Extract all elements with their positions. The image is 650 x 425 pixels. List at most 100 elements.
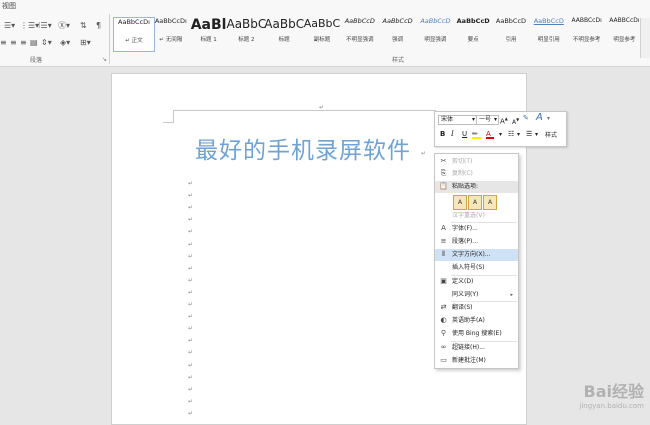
menu-item-label: 同义词(Y) [452,291,479,298]
group-divider [109,14,110,64]
menu-item-bing-search[interactable]: ⚲ 使用 Bing 搜索(E) [435,328,518,340]
menu-separator [451,275,517,276]
shrink-font-button[interactable]: A▼ [512,115,519,127]
style-item[interactable]: AABBCcDı 不明显参考 [567,17,607,50]
style-item[interactable]: AaBbCcD 不明显强调 [340,17,380,50]
styles-pane-icon[interactable]: A [536,113,543,123]
show-marks-button[interactable]: ¶ [96,21,101,31]
style-item[interactable]: AaBbCcD 明显引用 [529,17,569,50]
menu-item-text-direction[interactable]: ⫴ 文字方向(X)... [435,249,518,261]
font-name-box[interactable]: 宋体 ▾ [438,115,477,125]
style-gallery-scroll[interactable] [640,18,650,58]
paragraph-mark: ↵ [188,325,194,333]
menu-item-font[interactable]: A 字体(F)... [435,223,518,235]
style-item[interactable]: AaBbC 副标题 [302,17,342,50]
document-title[interactable]: 最好的手机录屏软件 [195,131,411,165]
view-tab[interactable]: 视图 [2,1,16,11]
header-paragraph-mark: ↵ [319,104,325,111]
highlight-icon[interactable]: ✏ [472,130,481,139]
underline-button[interactable]: U [462,130,467,139]
borders-button[interactable]: ⊞▾ [80,38,91,48]
paste-option-icon[interactable]: A [483,195,497,210]
style-item[interactable]: AaBl 标题 1 [189,17,229,50]
style-item[interactable]: AaBbC 标题 [264,17,304,50]
style-item[interactable]: AaBbC 标题 2 [226,17,266,50]
paragraph-mark: ↵ [188,252,194,260]
paragraph-mark: ↵ [188,409,194,417]
copy-icon: ⎘ [440,169,447,177]
menu-item-cut[interactable]: ✂ 剪切(T) [435,156,518,168]
paragraph-mark: ↵ [188,264,194,272]
paragraph-mark: ↵ [188,204,194,212]
styles-dropdown-icon[interactable]: ▾ [547,114,550,123]
bullets-button[interactable]: ☰▾ [4,21,15,31]
grow-font-button[interactable]: A▲ [500,114,508,126]
paragraph-mark: ↵ [188,192,194,200]
style-preview: AaBbCcD [420,17,451,25]
chinese-layout-button[interactable]: Ⓧ▾ [58,21,70,31]
style-preview: AaBbCcD [456,17,490,25]
align-left-button[interactable]: ≡ [0,38,7,48]
mini-toolbar: 宋体 ▾ 一号 ▾ A▲ A▼ ✎ A ▾ B I U ✏ A ▾ ☷ ▾ ☰ ▾ … [434,111,567,147]
style-item[interactable]: AaBbCcDı ↵ 正文 [113,17,155,52]
menu-item-label: 粘贴选项: [452,183,479,190]
menu-separator [451,222,517,223]
multilevel-list-button[interactable]: ⁝☰▾ [38,21,52,31]
menu-item-hyperlink[interactable]: ∞ 超链接(H)... [435,342,518,354]
justify-button[interactable]: ▤ [30,38,38,48]
paragraph-dialog-launcher[interactable]: ↘ [102,56,107,63]
bold-button[interactable]: B [440,130,445,139]
bullet-dropdown-icon[interactable]: ▾ [517,130,520,139]
style-item[interactable]: AaBbCcD 要点 [453,17,493,50]
paragraph-mark: ↵ [188,337,194,345]
style-item[interactable]: AABBCcDı 明显参考 [604,17,644,50]
line-spacing-button[interactable]: ⇕▾ [41,38,52,48]
paragraph-mark: ↵ [188,216,194,224]
menu-item-translate[interactable]: ⇄ 翻译(S) [435,302,518,314]
menu-item-define[interactable]: ▣ 定义(D) [435,276,518,288]
style-preview: AaBbC [303,17,341,30]
menu-item-english-assistant[interactable]: ◐ 英语助手(A) [435,315,518,327]
font-color-dropdown-icon[interactable]: ▾ [499,130,502,139]
menu-item-insert-symbol[interactable]: 插入符号(S) [435,262,518,274]
style-name: 副标题 [313,37,331,43]
bullet-list-icon[interactable]: ☷ [508,130,514,139]
paragraph-mark: ↵ [188,349,194,357]
paragraph-mark: ↵ [188,228,194,236]
numbered-list-icon[interactable]: ☰ [526,130,532,139]
style-item[interactable]: AaBbCcD 强调 [378,17,418,50]
bing-search-icon: ⚲ [440,329,447,337]
menu-item-new-comment[interactable]: ▭ 新建批注(M) [435,355,518,367]
font-size-box[interactable]: 一号 ▾ [476,115,499,125]
sort-button[interactable]: ⇅ [80,21,87,31]
italic-button[interactable]: I [451,130,454,139]
numbering-button[interactable]: ⋮☰▾ [20,21,39,31]
context-menu: ✂ 剪切(T) ⎘ 复制(C) 📋 粘贴选项: 汉字重选(V) A 字体(F)... ≡ 段落(P)… [434,153,519,369]
align-center-button[interactable]: ≡ [10,38,17,48]
style-name: 强调 [392,37,404,43]
menu-item-label: 超链接(H)... [452,344,485,351]
style-preview: AaBbC [264,17,305,31]
paragraph-mark: ↵ [188,385,194,393]
style-name: 标题 [278,37,290,43]
menu-item-synonyms[interactable]: 同义词(Y) ▸ [435,289,518,301]
shading-button[interactable]: ◈▾ [60,38,70,48]
styles-label[interactable]: 样式 [545,131,557,140]
menu-item-paragraph[interactable]: ≡ 段落(P)... [435,236,518,248]
numbered-dropdown-icon[interactable]: ▾ [535,130,538,139]
style-item[interactable]: AaBbCcD 明显强调 [415,17,455,50]
menu-item-copy[interactable]: ⎘ 复制(C) [435,168,518,180]
menu-item-reconvert[interactable]: 汉字重选(V) [435,210,518,222]
font-color-icon[interactable]: A [486,130,494,139]
menu-item-label: 英语助手(A) [452,317,485,324]
style-name: 不明显参考 [572,37,601,43]
style-item[interactable]: AaBbCcD 引用 [491,17,531,50]
style-item[interactable]: AaBbCcDı ↵ 无间隔 [151,17,191,50]
clear-format-icon[interactable]: ✎ [523,114,529,123]
style-preview: AaBl [190,17,227,33]
paste-option-icon[interactable]: A [468,195,482,210]
paste-option-icon[interactable]: A [453,195,467,210]
text-direction-icon: ⫴ [442,250,445,258]
align-right-button[interactable]: ≡ [20,38,27,48]
paragraph-mark: ↵ [188,276,194,284]
